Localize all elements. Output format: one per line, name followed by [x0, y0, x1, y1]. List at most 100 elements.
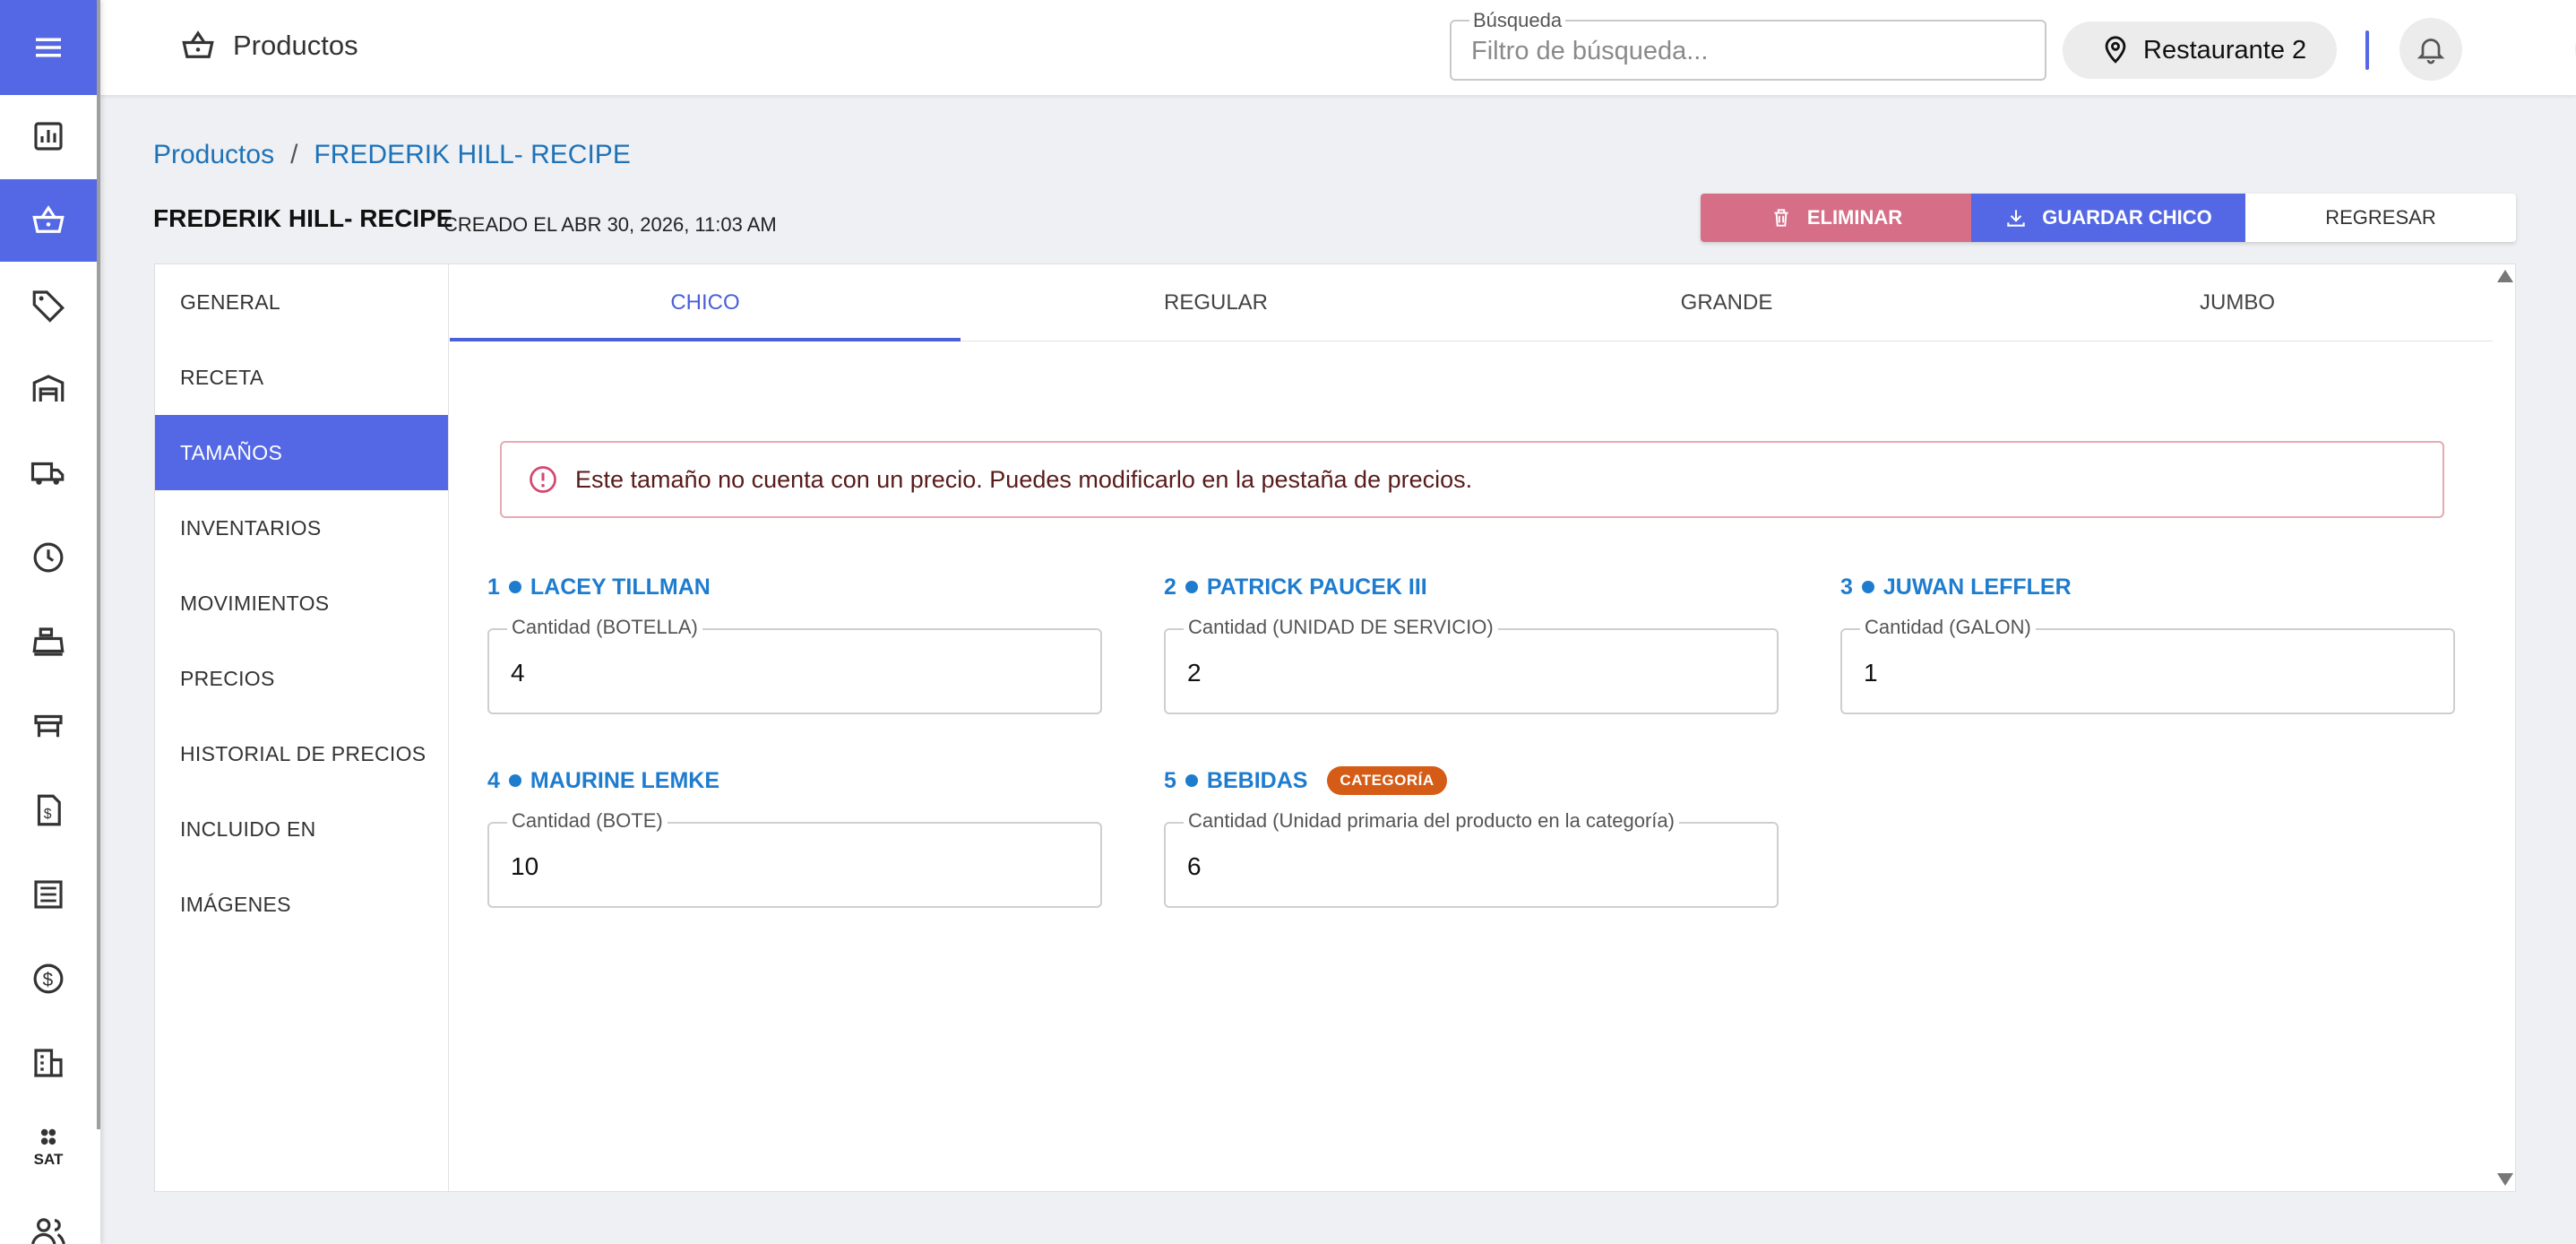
product-card: GENERAL RECETA TAMAÑOS INVENTARIOS MOVIM… — [154, 263, 2516, 1192]
side-item-imagenes[interactable]: IMÁGENES — [155, 867, 448, 942]
ingredient-name[interactable]: BEBIDAS — [1207, 768, 1308, 794]
delete-button[interactable]: ELIMINAR — [1701, 194, 1971, 242]
breadcrumb: Productos / FREDERIK HILL- RECIPE — [153, 140, 631, 170]
quantity-field[interactable]: Cantidad (BOTE) — [487, 809, 1102, 908]
bullet-icon — [1185, 774, 1198, 787]
search-input[interactable] — [1471, 34, 2009, 68]
side-item-historial-precios[interactable]: HISTORIAL DE PRECIOS — [155, 716, 448, 791]
rail-finance[interactable]: $ — [0, 937, 97, 1020]
notifications-button[interactable] — [2399, 18, 2462, 81]
tab-grande[interactable]: GRANDE — [1471, 264, 1982, 341]
no-price-alert: Este tamaño no cuenta con un precio. Pue… — [500, 441, 2444, 518]
rail-company[interactable] — [0, 1022, 97, 1104]
ingredient-name[interactable]: JUWAN LEFFLER — [1883, 574, 2072, 600]
restaurant-selector[interactable]: Restaurante 2 — [2063, 22, 2337, 79]
location-pin-icon — [2105, 36, 2126, 64]
back-button[interactable]: REGRESAR — [2245, 194, 2516, 242]
rail-reports[interactable] — [0, 853, 97, 936]
quantity-input[interactable] — [1864, 655, 2419, 691]
search-field[interactable]: Búsqueda — [1450, 9, 2046, 81]
clock-icon — [33, 542, 64, 573]
side-item-inventarios[interactable]: INVENTARIOS — [155, 490, 448, 566]
rail-tables[interactable] — [0, 685, 97, 767]
breadcrumb-separator: / — [290, 140, 298, 169]
basket-icon — [182, 30, 214, 58]
quantity-input[interactable] — [511, 849, 1066, 885]
quantity-input[interactable] — [1187, 655, 1743, 691]
ingredient-number: 2 — [1164, 574, 1176, 600]
left-rail: $ $ SAT — [0, 0, 100, 1244]
rail-products[interactable] — [0, 179, 97, 262]
svg-text:$: $ — [44, 807, 52, 822]
quantity-input[interactable] — [1187, 849, 1743, 885]
rail-sat[interactable]: SAT — [0, 1106, 97, 1188]
created-date: CREADO EL ABR 30, 2026, 11:03 AM — [444, 213, 777, 236]
download-icon — [2007, 210, 2025, 227]
ingredient-name[interactable]: MAURINE LEMKE — [530, 768, 719, 794]
ingredient-header: 1 LACEY TILLMAN — [487, 571, 1106, 603]
quantity-field[interactable]: Cantidad (Unidad primaria del producto e… — [1164, 809, 1779, 908]
rail-warehouse[interactable] — [0, 348, 97, 430]
quantity-field[interactable]: Cantidad (GALON) — [1840, 616, 2455, 714]
rail-users[interactable] — [0, 1190, 97, 1244]
ingredient-name[interactable]: PATRICK PAUCEK III — [1207, 574, 1427, 600]
bell-icon — [2417, 39, 2445, 65]
ingredient-name[interactable]: LACEY TILLMAN — [530, 574, 711, 600]
ingredient-header: 2 PATRICK PAUCEK III — [1164, 571, 1782, 603]
side-item-receta[interactable]: RECETA — [155, 340, 448, 415]
rail-shipping[interactable] — [0, 432, 97, 514]
bullet-icon — [1861, 581, 1874, 593]
restaurant-label: Restaurante 2 — [2143, 35, 2307, 65]
sat-label: SAT — [33, 1151, 64, 1168]
rail-scrollbar[interactable] — [97, 0, 100, 1129]
save-label: GUARDAR CHICO — [2042, 206, 2212, 229]
warehouse-icon — [32, 375, 65, 402]
side-item-precios[interactable]: PRECIOS — [155, 641, 448, 716]
delete-label: ELIMINAR — [1806, 206, 1903, 229]
side-item-general[interactable]: GENERAL — [155, 264, 448, 340]
size-tabs: CHICO REGULAR GRANDE JUMBO — [450, 264, 2493, 341]
rail-history[interactable] — [0, 516, 97, 599]
alert-text: Este tamaño no cuenta con un precio. Pue… — [575, 465, 1473, 493]
content-scrollbar[interactable] — [2492, 264, 2515, 1191]
tag-icon — [32, 290, 65, 323]
category-badge: CATEGORÍA — [1327, 766, 1447, 795]
rail-dashboard[interactable] — [0, 95, 97, 177]
tab-regular[interactable]: REGULAR — [961, 264, 1471, 341]
menu-button[interactable] — [0, 0, 97, 95]
ingredient-item: 4 MAURINE LEMKE Cantidad (BOTE) — [487, 765, 1106, 908]
side-item-tamanos[interactable]: TAMAÑOS — [155, 415, 448, 490]
side-item-incluido-en[interactable]: INCLUIDO EN — [155, 791, 448, 867]
top-header: Productos Búsqueda Restaurante 2 AU — [100, 0, 2576, 95]
header-divider — [2365, 30, 2369, 70]
building-icon — [34, 1049, 63, 1077]
quantity-input[interactable] — [511, 655, 1066, 691]
tab-chico[interactable]: CHICO — [450, 264, 961, 341]
ingredient-item: 1 LACEY TILLMAN Cantidad (BOTELLA) — [487, 571, 1106, 714]
rail-invoices[interactable]: $ — [0, 769, 97, 851]
search-label: Búsqueda — [1469, 9, 1566, 32]
rail-pos[interactable] — [0, 600, 97, 683]
quantity-field[interactable]: Cantidad (BOTELLA) — [487, 616, 1102, 714]
rail-tags[interactable] — [0, 263, 97, 346]
quantity-label: Cantidad (BOTELLA) — [507, 616, 702, 639]
page-title: FREDERIK HILL- RECIPE — [153, 204, 453, 232]
ingredient-header: 3 JUWAN LEFFLER — [1840, 571, 2459, 603]
ingredient-item: 5 BEBIDAS CATEGORÍA Cantidad (Unidad pri… — [1164, 765, 1782, 908]
scroll-down-arrow-icon[interactable] — [2497, 1173, 2513, 1186]
quantity-field[interactable]: Cantidad (UNIDAD DE SERVICIO) — [1164, 616, 1779, 714]
breadcrumb-root[interactable]: Productos — [153, 140, 274, 170]
trash-icon — [1774, 209, 1788, 227]
side-item-movimientos[interactable]: MOVIMIENTOS — [155, 566, 448, 641]
breadcrumb-current[interactable]: FREDERIK HILL- RECIPE — [314, 140, 630, 170]
table-icon — [34, 714, 63, 738]
save-button[interactable]: GUARDAR CHICO — [1971, 194, 2245, 242]
list-icon — [34, 880, 63, 909]
invoice-icon: $ — [37, 794, 61, 826]
truck-icon — [30, 462, 65, 485]
dollar-icon: $ — [33, 963, 64, 994]
scroll-up-arrow-icon[interactable] — [2497, 270, 2513, 282]
header-title: Productos — [179, 27, 358, 65]
bullet-icon — [1185, 581, 1198, 593]
tab-jumbo[interactable]: JUMBO — [1982, 264, 2493, 341]
